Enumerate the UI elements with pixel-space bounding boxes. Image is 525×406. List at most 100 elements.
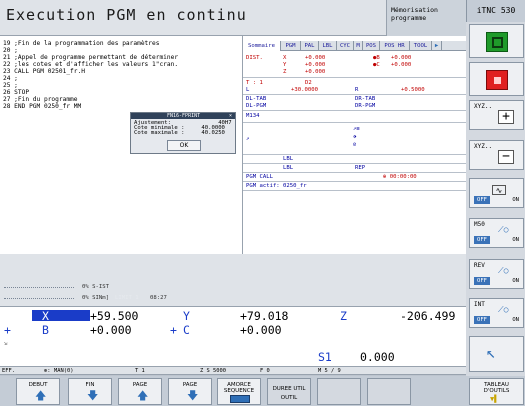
xyz-plus-key[interactable]: XYZ.. + xyxy=(469,100,524,130)
dl-pgm: DL-PGM xyxy=(246,103,267,109)
xyz-plus-label: XYZ.. xyxy=(474,103,493,110)
pgm-call-label: PGM CALL xyxy=(246,174,273,180)
tool-r-label: R xyxy=(355,87,359,93)
override-area: 0% S-IST 0% SINm] LIMIT 1 08:27 xyxy=(0,254,466,306)
tool-number: T : 1 xyxy=(246,80,263,86)
arrow-down-icon: 🡇 xyxy=(187,389,199,402)
duree-util-outil-softkey[interactable]: DUREE UTIL OUTIL xyxy=(267,378,311,405)
axis-y-value: +79.018 xyxy=(240,309,289,323)
dist-label: DIST. xyxy=(246,55,263,61)
nc-start-icon xyxy=(486,32,508,52)
minus-icon: − xyxy=(498,150,514,164)
program-line[interactable]: 19 ;Fin de la programmation des paramètr… xyxy=(3,40,159,48)
dist-value: +0.000 xyxy=(305,55,326,61)
on-label: ON xyxy=(512,237,519,243)
dialog-row: Cote maximale : 40.0250 xyxy=(134,130,225,136)
tab-pal[interactable]: PAL xyxy=(301,41,319,51)
softkey-label: PAGE xyxy=(132,382,148,388)
slope-icon: ⟋○ xyxy=(498,305,509,314)
rev-label: REV xyxy=(474,262,485,269)
tab-tool[interactable]: TOOL xyxy=(410,41,432,51)
axis-z-label: Z xyxy=(340,309,347,323)
datum-icon: ⇲ xyxy=(4,341,8,347)
feed-status: F 0 xyxy=(260,368,270,374)
page-up-softkey[interactable]: PAGE 🡅 xyxy=(118,378,162,405)
tool-axis-key[interactable]: ↖ xyxy=(469,336,524,372)
xyz-minus-key[interactable]: XYZ.. − xyxy=(469,140,524,170)
dr-pgm: DR-PGM xyxy=(355,103,376,109)
program-line[interactable]: 28 END PGM 0250_fr MM xyxy=(3,103,81,111)
spindle-label: S1 xyxy=(318,350,332,364)
divider xyxy=(243,77,466,78)
spindle-value: 0.000 xyxy=(360,350,395,364)
m-function: M134 xyxy=(246,113,260,119)
spindle-status: Z S 5000 xyxy=(200,368,226,374)
int-toggle-key[interactable]: INT ⟋○ OFF ON xyxy=(469,298,524,328)
off-indicator: OFF xyxy=(474,236,490,244)
dist-value: +0.000 xyxy=(391,62,412,68)
dist-value: +0.000 xyxy=(305,62,326,68)
dist-axis: X xyxy=(283,55,287,61)
page-title: Execution PGM en continu xyxy=(6,6,247,24)
rev-toggle-key[interactable]: REV ⟋○ OFF ON xyxy=(469,259,524,289)
nc-stop-icon xyxy=(486,70,508,90)
nc-stop-key[interactable] xyxy=(469,62,524,96)
off-indicator: OFF xyxy=(474,316,490,324)
itnc-logo: iTNC 530 xyxy=(466,0,525,22)
tool-status: T 1 xyxy=(135,368,145,374)
dl-tab: DL-TAB xyxy=(246,96,267,102)
tab-sommaire[interactable]: Sommaire xyxy=(243,41,281,51)
axis-c-lock-icon: + xyxy=(170,323,177,337)
softkey-label: SEQUENCE xyxy=(223,388,255,394)
debut-softkey[interactable]: DEBUT 🡅 xyxy=(16,378,60,405)
s-nm-label: 0% SINm] xyxy=(82,295,109,301)
softkey-label: DUREE UTIL xyxy=(272,386,306,392)
divider xyxy=(243,110,466,111)
page-down-softkey[interactable]: PAGE 🡇 xyxy=(168,378,212,405)
tool-l-value: +30.0000 xyxy=(291,87,318,93)
axis-x-value: +59.500 xyxy=(90,309,139,323)
lbl-label: LBL xyxy=(283,165,294,171)
axis-b-value: +0.000 xyxy=(90,323,132,337)
tab-next-icon[interactable]: ▶ xyxy=(432,41,442,51)
m50-label: M50 xyxy=(474,221,485,228)
softkey-label: PAGE xyxy=(182,382,198,388)
tab-pos-hr[interactable]: POS HR xyxy=(380,41,410,51)
empty-softkey[interactable] xyxy=(367,378,411,405)
axis-c-label: C xyxy=(183,323,190,337)
tab-m[interactable]: M xyxy=(354,41,363,51)
divider xyxy=(243,163,466,164)
s-ist-label: 0% S-IST xyxy=(82,284,109,290)
limit-label: LIMIT 1 xyxy=(115,295,139,301)
plus-icon: + xyxy=(498,110,514,124)
status-panel: Sommaire PGM PAL LBL CYC M POS POS HR TO… xyxy=(243,36,466,254)
tool-table-icon: ▼▌ xyxy=(490,395,499,403)
divider xyxy=(243,190,466,191)
dist-value: +0.000 xyxy=(305,69,326,75)
tab-cyc[interactable]: CYC xyxy=(337,41,354,51)
softkey-label: D'OUTILS xyxy=(483,388,510,394)
empty-softkey[interactable] xyxy=(317,378,361,405)
on-label: ON xyxy=(512,197,519,203)
ok-button[interactable]: OK xyxy=(167,140,201,151)
dialog-titlebar: FN16-FPRINT × xyxy=(131,113,235,119)
mode-indicator[interactable]: Mémorisation programme xyxy=(386,0,466,36)
mirror-icon: ⬗ xyxy=(353,134,357,140)
basic-rotation-icon: ↗≡ xyxy=(353,126,360,132)
nc-start-key[interactable] xyxy=(469,24,524,58)
override-gauge xyxy=(4,287,74,288)
tab-pos[interactable]: POS xyxy=(363,41,380,51)
eff-label: EFF. xyxy=(2,368,15,374)
rapid-toggle-key[interactable]: ∿ OFF ON xyxy=(469,178,524,208)
tab-pgm[interactable]: PGM xyxy=(281,41,301,51)
tableau-outils-softkey[interactable]: TABLEAU D'OUTILS ▼▌ xyxy=(469,378,524,405)
fin-softkey[interactable]: FIN 🡇 xyxy=(68,378,112,405)
amorce-sequence-softkey[interactable]: AMORCE SEQUENCE xyxy=(217,378,261,405)
m50-toggle-key[interactable]: M50 ⟋○ OFF ON xyxy=(469,218,524,248)
active-program: PGM actif: 0250_fr xyxy=(246,183,307,189)
divider xyxy=(243,181,466,182)
close-icon[interactable]: × xyxy=(229,113,232,119)
tab-lbl[interactable]: LBL xyxy=(319,41,337,51)
on-label: ON xyxy=(512,317,519,323)
dist-axis: ●B xyxy=(373,55,380,61)
